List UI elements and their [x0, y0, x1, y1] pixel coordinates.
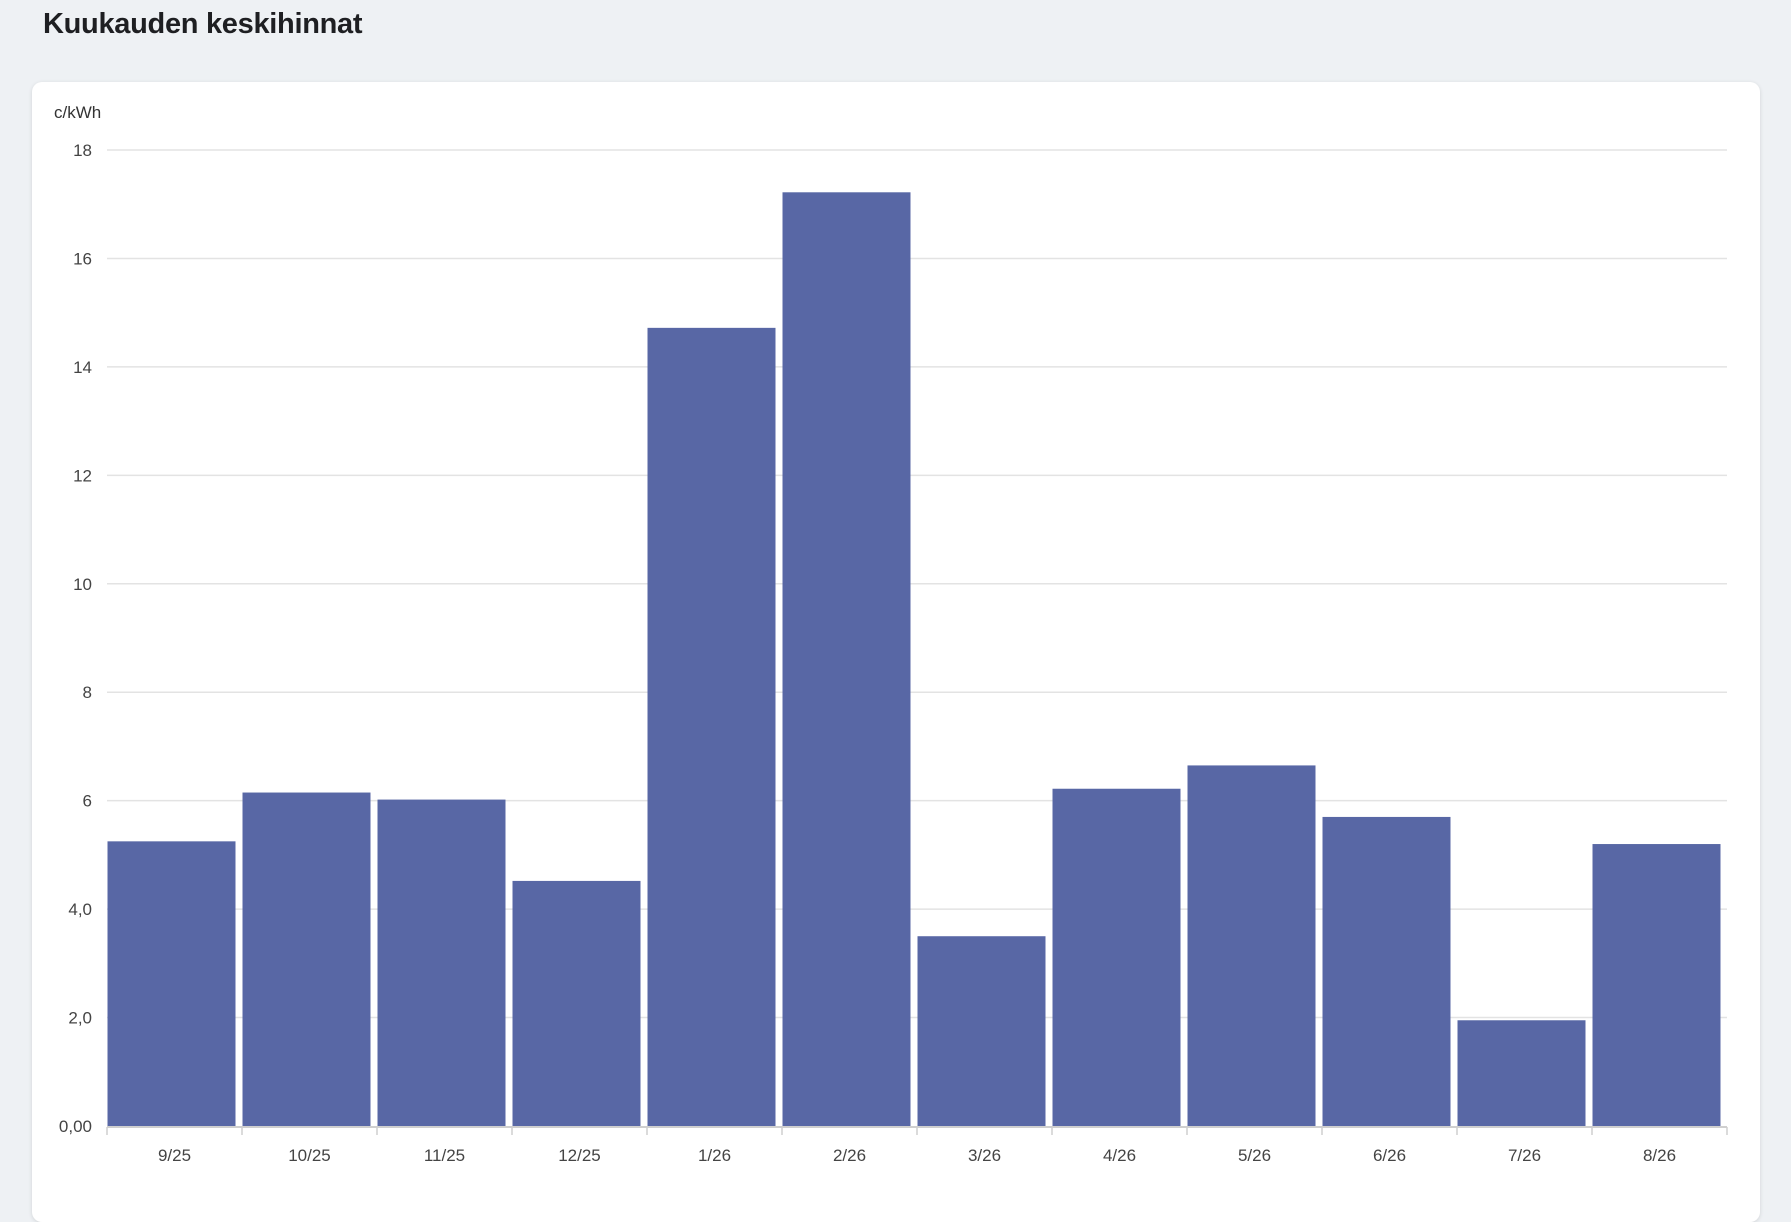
y-axis-ticks: 0,00 2,0 4,0 6 8 10 12 14 16 18	[59, 141, 92, 1136]
y-tick-label: 2,0	[68, 1009, 92, 1028]
y-tick-label: 4,0	[68, 900, 92, 919]
y-tick-label: 6	[83, 792, 92, 811]
y-tick-label: 8	[83, 683, 92, 702]
y-tick-label: 18	[73, 141, 92, 160]
bar[interactable]	[1052, 788, 1181, 1126]
bar[interactable]	[782, 192, 911, 1126]
bar[interactable]	[1322, 816, 1451, 1126]
x-tick-label: 9/25	[158, 1146, 191, 1165]
x-tick-label: 1/26	[698, 1146, 731, 1165]
bar[interactable]	[647, 327, 776, 1126]
x-tick-label: 6/26	[1373, 1146, 1406, 1165]
y-tick-label: 0,00	[59, 1117, 92, 1136]
bar[interactable]	[1187, 765, 1316, 1126]
bar-chart: 0,00 2,0 4,0 6 8 10 12 14 16 18 9/25 10/25 11/25 12/…	[59, 141, 1728, 1165]
y-tick-label: 12	[73, 466, 92, 485]
x-tick-label: 7/26	[1508, 1146, 1541, 1165]
x-tick-label: 11/25	[424, 1146, 465, 1165]
y-tick-label: 16	[73, 249, 92, 268]
x-tick-label: 8/26	[1643, 1146, 1676, 1165]
x-tick-label: 12/25	[558, 1146, 601, 1165]
x-tick-label: 5/26	[1238, 1146, 1271, 1165]
bars	[107, 192, 1721, 1126]
bar[interactable]	[1457, 1020, 1586, 1126]
bar[interactable]	[1592, 844, 1721, 1126]
bar[interactable]	[512, 880, 641, 1126]
bar[interactable]	[377, 799, 506, 1126]
bar[interactable]	[242, 792, 371, 1126]
x-tick-label: 4/26	[1103, 1146, 1136, 1165]
bar[interactable]	[107, 841, 236, 1126]
y-tick-label: 14	[73, 358, 92, 377]
y-tick-label: 10	[73, 575, 92, 594]
x-axis-ticks: 9/25 10/25 11/25 12/25 1/26 2/26 3/26 4/26 5/26 6…	[158, 1146, 1676, 1165]
x-axis	[106, 1126, 1728, 1135]
x-tick-label: 10/25	[288, 1146, 331, 1165]
x-tick-label: 3/26	[968, 1146, 1001, 1165]
x-tick-label: 2/26	[833, 1146, 866, 1165]
bar[interactable]	[917, 936, 1046, 1126]
